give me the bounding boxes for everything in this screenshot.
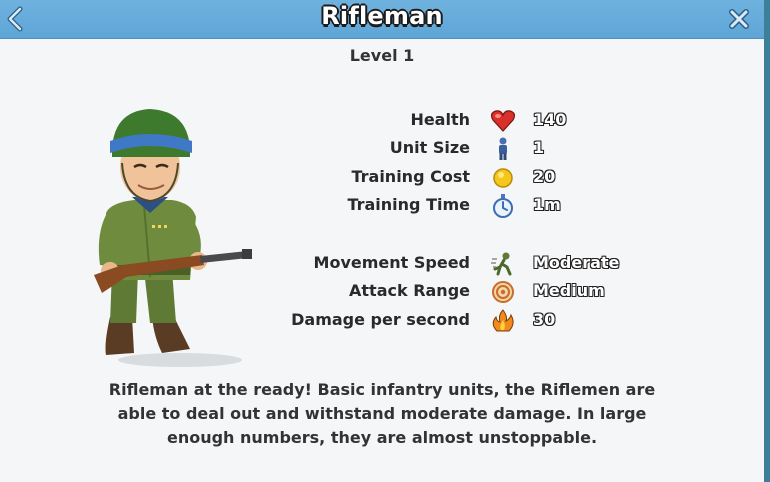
level-label: Level 1 <box>349 46 415 65</box>
stat-value-training-time: 1m <box>533 195 561 214</box>
stat-label-movement-speed: Movement Speed <box>313 253 470 272</box>
stopwatch-icon <box>493 194 513 218</box>
stat-label-training-time: Training Time <box>347 195 470 214</box>
fire-icon <box>492 309 514 332</box>
dialog-title: Rifleman <box>321 2 443 30</box>
close-icon <box>729 9 749 29</box>
soldier-figure-icon <box>499 137 507 160</box>
stat-label-unit-size: Unit Size <box>389 138 470 157</box>
stat-value-unit-size: 1 <box>533 138 545 157</box>
stat-value-health: 140 <box>533 110 567 129</box>
stat-value-training-cost: 20 <box>533 167 556 186</box>
stat-label-health: Health <box>410 110 470 129</box>
rifleman-portrait <box>94 109 252 367</box>
stat-label-attack-range: Attack Range <box>349 281 470 300</box>
heart-icon <box>490 110 516 132</box>
unit-description: Rifleman at the ready! Basic infantry un… <box>108 380 656 447</box>
target-icon <box>492 281 514 303</box>
stat-value-attack-range: Medium <box>533 281 605 300</box>
stat-label-damage-per-second: Damage per second <box>291 310 470 329</box>
unit-info-dialog: Rifleman Level 1 Health 140 Unit Size 1 … <box>0 0 770 482</box>
close-button[interactable] <box>728 8 750 30</box>
stat-label-training-cost: Training Cost <box>351 167 470 186</box>
gold-coin-icon <box>493 168 513 188</box>
stat-value-movement-speed: Moderate <box>533 253 620 272</box>
stat-value-damage-per-second: 30 <box>533 310 556 329</box>
dialog-header: Rifleman <box>0 0 764 39</box>
running-soldier-icon <box>491 252 512 276</box>
